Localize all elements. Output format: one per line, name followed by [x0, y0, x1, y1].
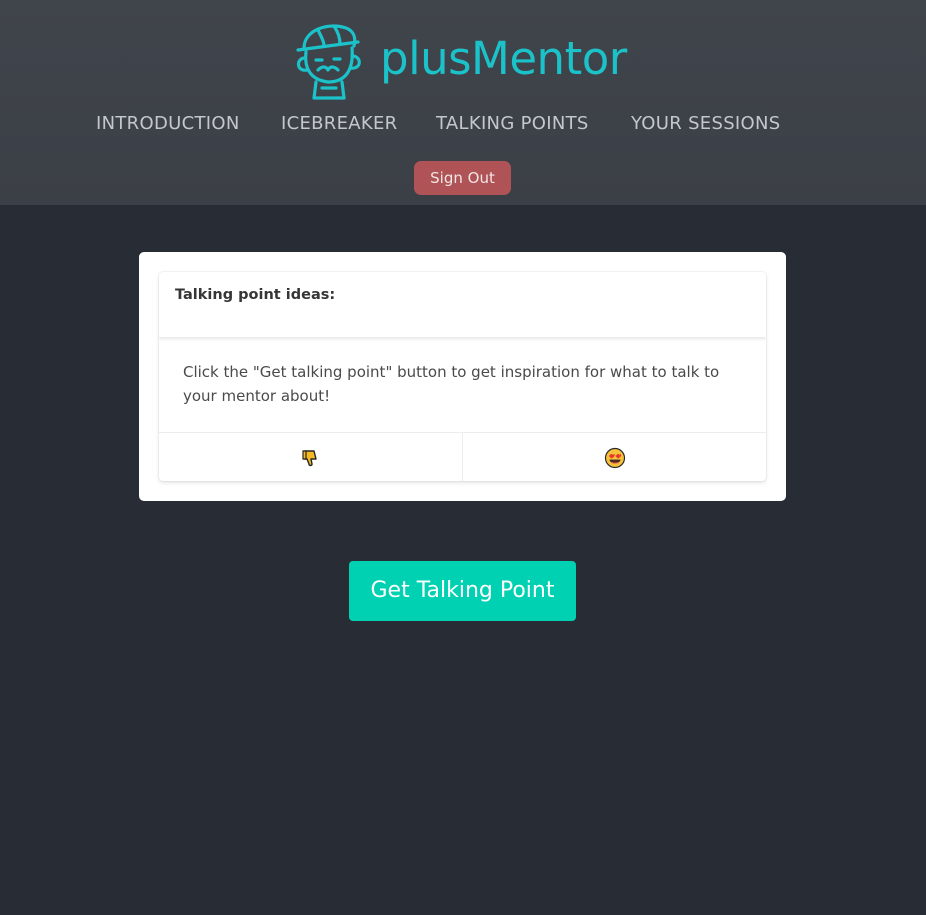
nav-your-sessions[interactable]: YOUR SESSIONS	[631, 113, 781, 134]
thumbs-down-icon	[301, 449, 317, 466]
nav-talking-points[interactable]: TALKING POINTS	[436, 113, 589, 134]
nav-introduction[interactable]: INTRODUCTION	[96, 113, 240, 134]
card-content: Click the "Get talking point" button to …	[183, 363, 720, 405]
mentor-avatar-icon	[296, 24, 361, 100]
main-nav: INTRODUCTION ICEBREAKER TALKING POINTS Y…	[0, 113, 926, 139]
card-footer	[159, 432, 766, 481]
sign-out-button[interactable]: Sign Out	[414, 161, 511, 195]
nav-icebreaker[interactable]: ICEBREAKER	[281, 113, 397, 134]
heart-eyes-icon	[604, 447, 625, 468]
card-header: Talking point ideas:	[159, 272, 766, 337]
talking-point-card: Talking point ideas: Click the "Get talk…	[159, 272, 766, 481]
brand-logo[interactable]: plusMentor	[288, 18, 627, 102]
card-title: Talking point ideas:	[175, 287, 336, 303]
brand-name: plusMentor	[380, 31, 627, 85]
love-button[interactable]	[463, 433, 766, 481]
dislike-button[interactable]	[159, 433, 463, 481]
talking-points-panel: Talking point ideas: Click the "Get talk…	[139, 252, 786, 501]
top-header: plusMentor INTRODUCTION ICEBREAKER TALKI…	[0, 0, 926, 205]
get-talking-point-button[interactable]: Get Talking Point	[349, 561, 576, 621]
